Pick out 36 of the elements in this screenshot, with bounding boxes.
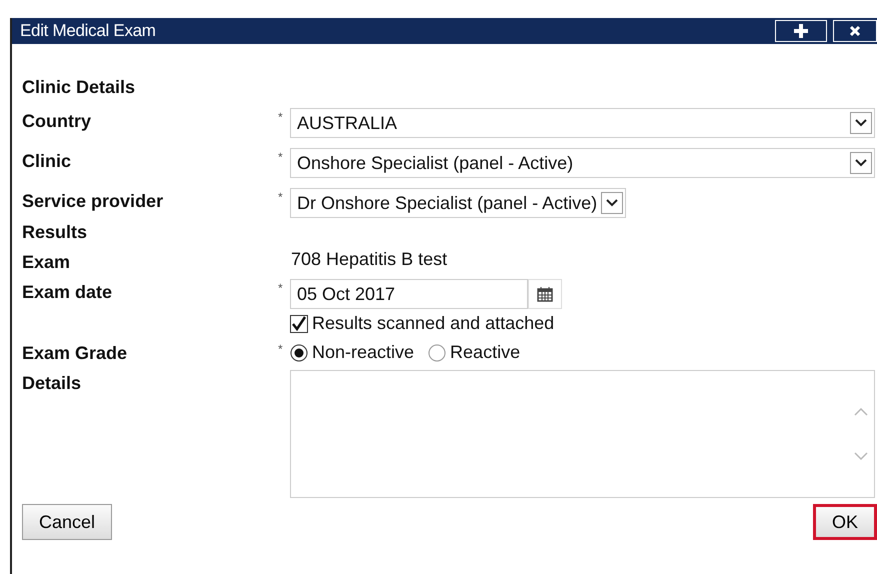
required-marker: * bbox=[278, 189, 284, 204]
chevron-down-icon bbox=[606, 199, 618, 207]
checkbox[interactable] bbox=[290, 314, 308, 332]
chevron-down-icon bbox=[855, 159, 867, 167]
dialog-button[interactable]: OK bbox=[812, 504, 877, 540]
chevron-down-icon bbox=[855, 119, 867, 127]
radio-label: Reactive bbox=[450, 342, 520, 363]
field-label: Exam Grade bbox=[22, 342, 128, 364]
radio-label: Non-reactive bbox=[312, 342, 414, 363]
required-marker: * bbox=[278, 341, 284, 356]
required-marker: * bbox=[278, 280, 284, 295]
date-field[interactable]: 05 Oct 2017 bbox=[290, 279, 528, 309]
dropdown-value: Onshore Specialist (panel - Active) bbox=[297, 152, 574, 174]
dropdown-value: Dr Onshore Specialist (panel - Active) bbox=[297, 192, 598, 214]
field-label: Exam date bbox=[22, 281, 114, 303]
section-heading: Clinic Details bbox=[22, 76, 136, 98]
dropdown[interactable]: Onshore Specialist (panel - Active) bbox=[290, 148, 875, 178]
exam-value: 708 Hepatitis B test bbox=[290, 248, 448, 269]
required-marker: * bbox=[278, 149, 284, 164]
field-label: Country bbox=[22, 110, 92, 132]
calendar-button[interactable] bbox=[528, 279, 562, 309]
calendar-icon bbox=[537, 286, 553, 302]
radio-button[interactable] bbox=[428, 344, 446, 362]
dropdown[interactable]: AUSTRALIA bbox=[290, 108, 875, 138]
field-label: Service provider bbox=[22, 190, 164, 212]
window-title: Edit Medical Exam bbox=[20, 21, 157, 41]
dropdown[interactable]: Dr Onshore Specialist (panel - Active) bbox=[290, 188, 626, 218]
dropdown-value: AUSTRALIA bbox=[297, 112, 398, 134]
required-marker: * bbox=[278, 109, 284, 124]
field-label: Exam bbox=[22, 251, 72, 273]
field-label: Clinic bbox=[22, 150, 72, 172]
dialog-button[interactable]: Cancel bbox=[22, 504, 112, 540]
field-label: Details bbox=[22, 372, 82, 394]
section-heading: Results bbox=[22, 221, 88, 243]
radio-button[interactable] bbox=[290, 344, 308, 362]
checkbox-label: Results scanned and attached bbox=[312, 313, 554, 334]
